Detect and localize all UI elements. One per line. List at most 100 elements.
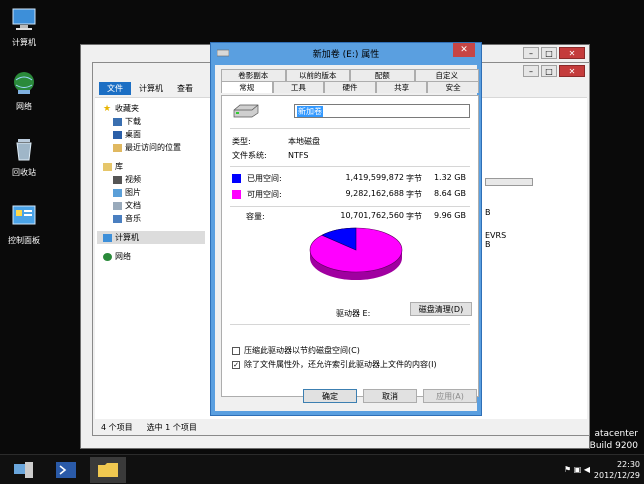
nav-item-music[interactable]: 音乐 — [97, 212, 205, 225]
nav-label: 下载 — [125, 117, 141, 126]
tab-tools[interactable]: 工具 — [272, 81, 325, 93]
cancel-button[interactable]: 取消 — [363, 389, 417, 403]
close-button[interactable]: ✕ — [559, 65, 585, 77]
tab-sharing[interactable]: 共享 — [375, 81, 428, 93]
index-checkbox[interactable]: ✓ — [232, 360, 240, 369]
minimize-button[interactable]: – — [523, 47, 539, 59]
tray-flag-icon[interactable]: ⚑ — [564, 465, 571, 474]
tab-quota[interactable]: 配额 — [350, 69, 415, 81]
nav-item-network[interactable]: 网络 — [97, 250, 205, 263]
nav-item-computer[interactable]: 计算机 — [97, 231, 205, 244]
powershell-button[interactable] — [48, 457, 84, 483]
desktop-icon-recycle-bin[interactable]: 回收站 — [4, 136, 44, 178]
nav-item-recent[interactable]: 最近访问的位置 — [97, 141, 205, 154]
volume-name-value: 新加卷 — [297, 105, 323, 117]
free-gb: 8.64 GB — [433, 189, 466, 198]
tab-shadow-copies[interactable]: 卷影副本 — [221, 69, 286, 81]
compress-label: 压缩此驱动器以节约磁盘空间(C) — [244, 346, 360, 355]
desktop-icon-computer[interactable]: 计算机 — [4, 6, 44, 48]
maximize-button[interactable]: □ — [541, 47, 557, 59]
taskbar-clock[interactable]: 22:30 2012/12/29 — [594, 459, 640, 481]
compress-option[interactable]: 压缩此驱动器以节约磁盘空间(C) — [232, 345, 360, 356]
nav-item-downloads[interactable]: 下载 — [97, 115, 205, 128]
bytes-unit: 字节 — [406, 190, 422, 199]
desktop-icon-label: 回收站 — [12, 168, 36, 177]
desktop-icon-control-panel[interactable]: 控制面板 — [4, 204, 44, 246]
free-space-row: 可用空间: — [232, 189, 282, 200]
download-folder-icon — [113, 117, 122, 126]
desktop-icon-label: 控制面板 — [8, 236, 40, 245]
ribbon-tab-file[interactable]: 文件 — [99, 81, 131, 95]
drive-caption: 驱动器 E: — [336, 308, 370, 319]
used-bytes: 1,419,599,872 — [345, 173, 404, 182]
dialog-buttons: 确定 取消 应用(A) — [215, 389, 477, 405]
nav-label: 图片 — [125, 188, 141, 197]
type-value: 本地磁盘 — [288, 137, 320, 146]
used-space-row: 已用空间: — [232, 173, 282, 184]
ok-button[interactable]: 确定 — [303, 389, 357, 403]
drive-usage-bar — [485, 178, 533, 186]
file-explorer-button[interactable] — [90, 457, 126, 483]
nav-item-videos[interactable]: 视频 — [97, 173, 205, 186]
tab-hardware[interactable]: 硬件 — [324, 81, 376, 93]
index-option[interactable]: ✓ 除了文件属性外，还允许索引此驱动器上文件的内容(I) — [232, 359, 437, 370]
music-folder-icon — [113, 214, 122, 223]
nav-item-documents[interactable]: 文档 — [97, 199, 205, 212]
server-manager-icon — [14, 462, 33, 478]
nav-label: 最近访问的位置 — [125, 143, 181, 152]
nav-item-libraries[interactable]: 库 — [97, 160, 205, 173]
maximize-button[interactable]: □ — [541, 65, 557, 77]
divider — [230, 166, 470, 167]
tab-customize[interactable]: 自定义 — [414, 69, 479, 81]
tab-previous-versions[interactable]: 以前的版本 — [285, 69, 350, 81]
divider — [230, 206, 470, 207]
nav-item-favorites[interactable]: ★ 收藏夹 — [97, 102, 205, 115]
tray-network-icon[interactable]: ▣ — [574, 465, 582, 474]
used-gb: 1.32 GB — [433, 173, 466, 182]
disk-usage-pie — [309, 227, 403, 280]
star-icon: ★ — [103, 103, 112, 114]
close-button[interactable]: ✕ — [453, 43, 475, 57]
server-manager-button[interactable] — [6, 457, 42, 483]
status-item-count: 4 个项目 — [101, 423, 133, 432]
capacity-row: 容量: — [246, 211, 265, 222]
navigation-pane: ★ 收藏夹 下载 桌面 最近访问的位置 库 视频 图片 文档 音乐 计算机 网络 — [97, 102, 205, 263]
nav-item-pictures[interactable]: 图片 — [97, 186, 205, 199]
drive-text: B — [485, 240, 491, 249]
tray-volume-icon[interactable]: ◀ — [584, 465, 590, 474]
ribbon-tab-view[interactable]: 查看 — [171, 82, 199, 95]
disk-cleanup-button[interactable]: 磁盘清理(D) — [410, 302, 472, 316]
network-icon — [103, 252, 112, 261]
drive-icon — [217, 49, 229, 57]
ribbon-tab-computer[interactable]: 计算机 — [133, 82, 169, 95]
drive-label: 驱动器 E: — [336, 309, 371, 318]
clock-date: 2012/12/29 — [593, 471, 640, 480]
desktop-icon-network[interactable]: 网络 — [4, 70, 44, 112]
desktop-icon-label: 网络 — [16, 102, 32, 111]
compress-checkbox[interactable] — [232, 346, 240, 355]
used-color-swatch — [232, 174, 241, 183]
powershell-icon — [56, 462, 76, 478]
nav-label: 桌面 — [125, 130, 141, 139]
clock-time: 22:30 — [616, 460, 640, 469]
desktop-folder-icon — [113, 130, 122, 139]
window-controls: – □ ✕ — [523, 65, 585, 77]
close-button[interactable]: ✕ — [559, 47, 585, 59]
dialog-titlebar[interactable]: 新加卷 (E:) 属性 ✕ — [211, 43, 481, 63]
capacity-label: 容量: — [246, 212, 265, 221]
properties-dialog[interactable]: 新加卷 (E:) 属性 ✕ 卷影副本 以前的版本 配额 自定义 常规 工具 硬件… — [210, 42, 482, 416]
nav-item-desktop[interactable]: 桌面 — [97, 128, 205, 141]
tab-row-1: 卷影副本 以前的版本 配额 自定义 — [221, 69, 479, 81]
bytes-unit: 字节 — [406, 212, 422, 221]
nav-label: 网络 — [115, 252, 131, 261]
dialog-body: 卷影副本 以前的版本 配额 自定义 常规 工具 硬件 共享 安全 新加卷 类型:… — [215, 65, 479, 411]
apply-button[interactable]: 应用(A) — [423, 389, 477, 403]
control-panel-icon — [12, 205, 36, 225]
volume-name-input[interactable]: 新加卷 — [294, 104, 470, 118]
tab-security[interactable]: 安全 — [427, 81, 479, 93]
free-label: 可用空间: — [247, 190, 282, 199]
picture-folder-icon — [113, 188, 122, 197]
type-row: 类型: 本地磁盘 — [232, 136, 320, 147]
minimize-button[interactable]: – — [523, 65, 539, 77]
tab-general[interactable]: 常规 — [221, 81, 273, 93]
